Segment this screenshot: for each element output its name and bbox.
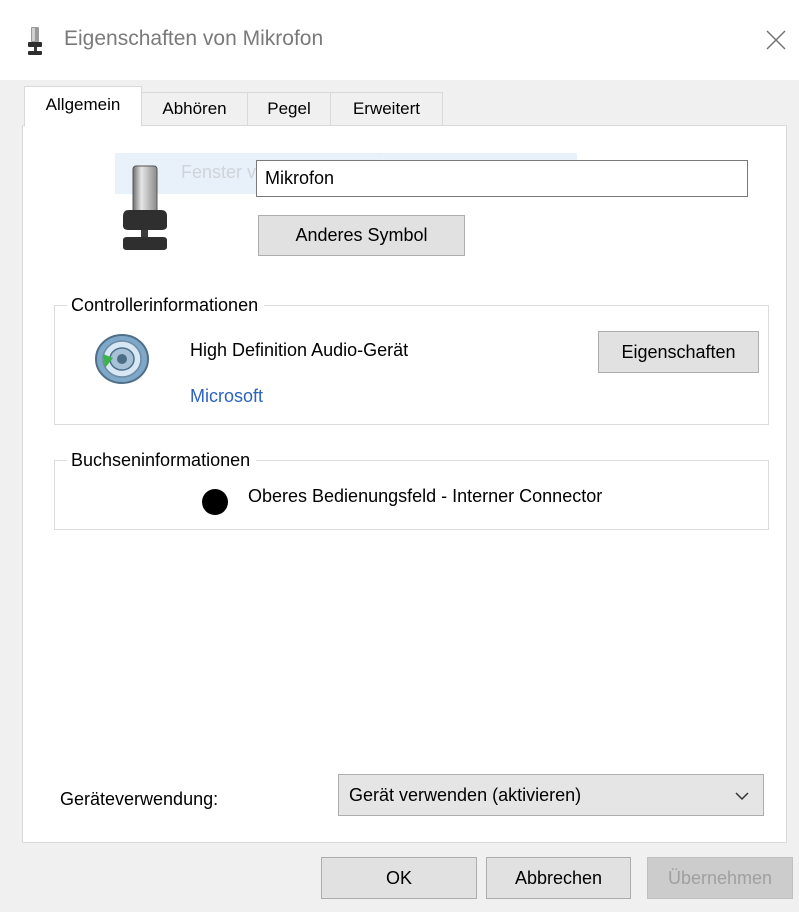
- jack-info-legend: Buchseninformationen: [67, 448, 257, 472]
- jack-description: Oberes Bedienungsfeld - Interner Connect…: [248, 486, 603, 506]
- controller-vendor: Microsoft: [190, 386, 264, 406]
- controller-name: High Definition Audio-Gerät: [190, 340, 409, 360]
- properties-dialog: Eigenschaften von Mikrofon Allgemein Abh…: [0, 0, 799, 912]
- apply-button[interactable]: Übernehmen: [647, 857, 793, 899]
- speaker-icon: [95, 334, 149, 384]
- device-usage-label: Geräteverwendung:: [60, 789, 219, 809]
- close-button[interactable]: [753, 18, 799, 62]
- controller-info-group: Controllerinformationen High Definition …: [54, 293, 769, 425]
- close-icon: [766, 30, 786, 50]
- tab-allgemein[interactable]: Allgemein: [24, 86, 142, 127]
- device-usage-value: Gerät verwenden (aktivieren): [349, 785, 582, 805]
- jack-color-indicator: [202, 489, 228, 515]
- device-name-input[interactable]: Mikrofon: [256, 160, 748, 197]
- jack-info-group: Buchseninformationen Oberes Bedienungsfe…: [54, 448, 769, 530]
- tab-abhoeren[interactable]: Abhören: [141, 92, 248, 126]
- controller-properties-button[interactable]: Eigenschaften: [598, 331, 759, 373]
- tab-strip: Allgemein Abhören Pegel Erweitert: [24, 84, 784, 127]
- title-bar[interactable]: Eigenschaften von Mikrofon: [0, 0, 799, 80]
- controller-info-legend: Controllerinformationen: [67, 293, 265, 317]
- tab-panel-allgemein: Fenster verschieben Mikrofon Anderes Sym…: [22, 125, 787, 843]
- microphone-icon: [28, 27, 42, 55]
- tab-pegel[interactable]: Pegel: [247, 92, 331, 126]
- microphone-icon: [123, 165, 167, 250]
- tab-erweitert[interactable]: Erweitert: [330, 92, 443, 126]
- change-icon-button[interactable]: Anderes Symbol: [258, 215, 465, 256]
- chevron-down-icon: [735, 792, 749, 801]
- window-title: Eigenschaften von Mikrofon: [64, 27, 324, 50]
- device-usage-select[interactable]: Gerät verwenden (aktivieren): [338, 774, 764, 816]
- ok-button[interactable]: OK: [321, 857, 477, 899]
- cancel-button[interactable]: Abbrechen: [486, 857, 631, 899]
